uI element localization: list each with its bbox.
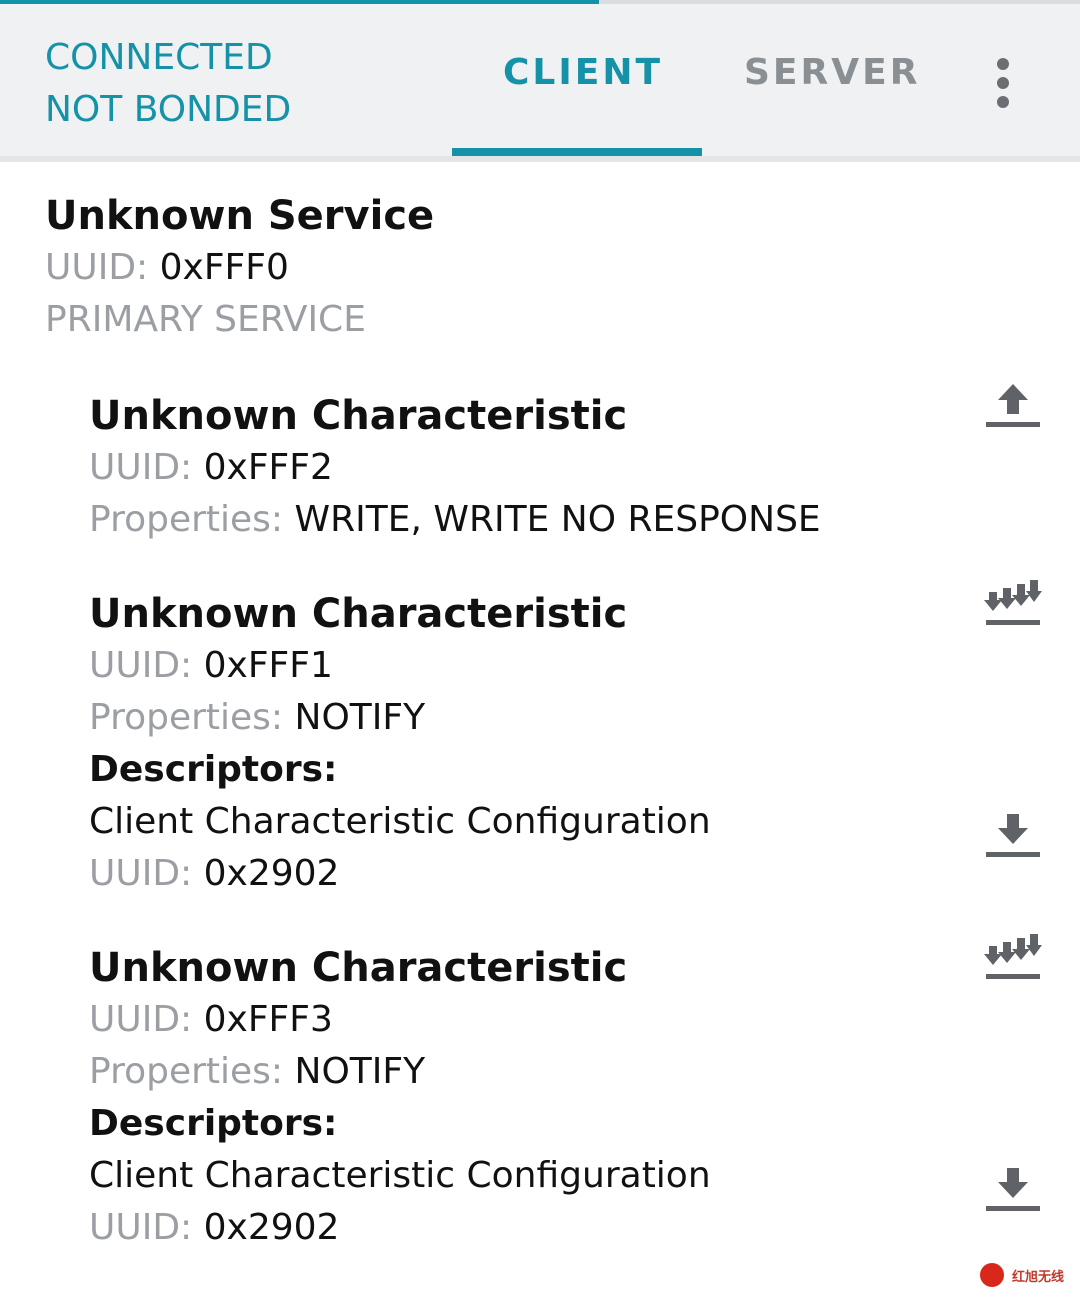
service-item[interactable]: Unknown Service UUID: 0xFFF0 PRIMARY SER… [45, 190, 434, 346]
header-divider [0, 156, 1080, 162]
characteristic-item[interactable]: Unknown Characteristic UUID: 0xFFF2 Prop… [89, 390, 821, 546]
more-vert-icon[interactable] [996, 58, 1010, 108]
descriptor-name: Client Characteristic Configuration [89, 1155, 711, 1196]
descriptors-heading: Descriptors: [89, 749, 338, 790]
characteristic-item[interactable]: Unknown Characteristic UUID: 0xFFF3 Prop… [89, 942, 711, 1254]
properties-label: Properties: [89, 499, 284, 540]
app-header: CONNECTED NOT BONDED CLIENT SERVER [0, 4, 1080, 156]
descriptor-name: Client Characteristic Configuration [89, 801, 711, 842]
service-uuid: 0xFFF0 [159, 247, 289, 288]
tab-client[interactable]: CLIENT [503, 52, 663, 93]
download-icon[interactable] [984, 1164, 1042, 1216]
characteristic-item[interactable]: Unknown Characteristic UUID: 0xFFF1 Prop… [89, 588, 711, 900]
descriptors-heading: Descriptors: [89, 1103, 338, 1144]
properties-value: NOTIFY [294, 1051, 426, 1092]
properties-label: Properties: [89, 697, 284, 738]
properties-value: NOTIFY [294, 697, 426, 738]
notify-icon[interactable] [984, 578, 1042, 630]
descriptor-uuid-label: UUID: [89, 853, 193, 894]
characteristic-name: Unknown Characteristic [89, 591, 628, 637]
characteristic-uuid: 0xFFF2 [203, 447, 333, 488]
characteristic-uuid: 0xFFF3 [203, 999, 333, 1040]
descriptor-uuid-label: UUID: [89, 1207, 193, 1248]
watermark-logo-icon [980, 1263, 1004, 1287]
tab-selected-indicator [452, 148, 702, 156]
watermark-text: 红旭无线 [1012, 1270, 1065, 1285]
tab-server[interactable]: SERVER [744, 52, 920, 93]
watermark: 红旭无线 [978, 1262, 1068, 1288]
download-icon[interactable] [984, 810, 1042, 862]
characteristic-uuid-label: UUID: [89, 999, 193, 1040]
characteristic-uuid-label: UUID: [89, 645, 193, 686]
characteristic-uuid: 0xFFF1 [203, 645, 333, 686]
characteristic-name: Unknown Characteristic [89, 945, 628, 991]
connection-state: CONNECTED [45, 37, 273, 78]
properties-value: WRITE, WRITE NO RESPONSE [294, 499, 821, 540]
service-uuid-label: UUID: [45, 247, 149, 288]
properties-label: Properties: [89, 1051, 284, 1092]
upload-icon[interactable] [984, 380, 1042, 432]
descriptor-uuid: 0x2902 [203, 853, 340, 894]
connection-status: CONNECTED NOT BONDED [45, 32, 291, 136]
service-type: PRIMARY SERVICE [45, 299, 366, 340]
characteristic-uuid-label: UUID: [89, 447, 193, 488]
descriptor-uuid: 0x2902 [203, 1207, 340, 1248]
service-name: Unknown Service [45, 193, 435, 239]
notify-icon[interactable] [984, 932, 1042, 984]
bond-state: NOT BONDED [45, 89, 292, 130]
characteristic-name: Unknown Characteristic [89, 393, 628, 439]
